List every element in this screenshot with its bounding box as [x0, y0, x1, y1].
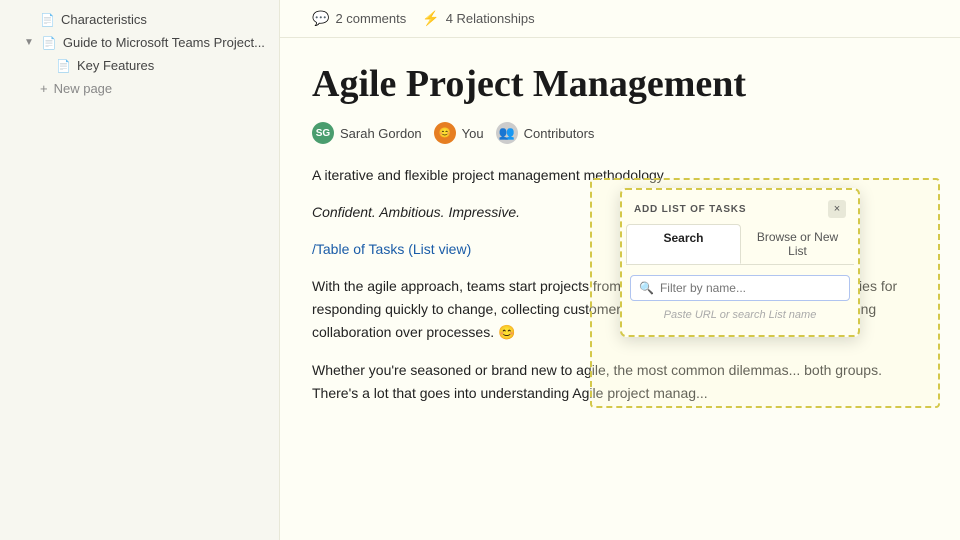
sidebar-item-label: Guide to Microsoft Teams Project... — [63, 35, 265, 50]
search-hint: Paste URL or search List name — [630, 301, 850, 325]
relationships-button[interactable]: ⚡ 4 Relationships — [422, 10, 534, 27]
link-icon: ⚡ — [422, 10, 439, 27]
sidebar-item-new-page[interactable]: + New page — [0, 77, 279, 100]
modal-header: ADD LIST OF TASKS × — [622, 190, 858, 224]
sidebar-item-label: Characteristics — [61, 12, 147, 27]
doc-icon: 📄 — [40, 13, 55, 27]
close-icon: × — [834, 203, 840, 215]
author-contributors[interactable]: 👥 Contributors — [496, 122, 595, 144]
filter-input[interactable] — [660, 281, 841, 295]
page-content: Agile Project Management SG Sarah Gordon… — [280, 38, 960, 443]
tab-search[interactable]: Search — [626, 224, 741, 264]
relationships-count: 4 Relationships — [446, 11, 535, 26]
comments-count: 2 comments — [335, 11, 406, 26]
sidebar-item-characteristics[interactable]: 📄 Characteristics — [0, 8, 279, 31]
comment-icon: 💬 — [312, 10, 329, 27]
tab-search-label: Search — [663, 231, 703, 245]
doc-icon: 📄 — [56, 59, 71, 73]
author-sarah-name: Sarah Gordon — [340, 126, 422, 141]
avatar-contributors: 👥 — [496, 122, 518, 144]
tab-browse[interactable]: Browse or New List — [741, 224, 854, 264]
avatar-sarah: SG — [312, 122, 334, 144]
sidebar-item-label: Key Features — [77, 58, 154, 73]
plus-icon: + — [40, 81, 48, 96]
search-icon: 🔍 — [639, 281, 654, 295]
author-sarah[interactable]: SG Sarah Gordon — [312, 122, 422, 144]
authors-row: SG Sarah Gordon 😊 You 👥 Contributors — [312, 122, 928, 144]
comments-button[interactable]: 💬 2 comments — [312, 10, 406, 27]
sidebar-item-guide-microsoft[interactable]: ▼ 📄 Guide to Microsoft Teams Project... — [0, 31, 279, 54]
author-you[interactable]: 😊 You — [434, 122, 484, 144]
contributors-label: Contributors — [524, 126, 595, 141]
page-title: Agile Project Management — [312, 62, 928, 106]
modal-body: 🔍 Paste URL or search List name — [622, 265, 858, 335]
main-content: 💬 2 comments ⚡ 4 Relationships Agile Pro… — [280, 0, 960, 540]
author-you-name: You — [462, 126, 484, 141]
arrow-icon: ▼ — [24, 37, 34, 48]
search-box: 🔍 — [630, 275, 850, 301]
doc-icon: 📄 — [42, 36, 57, 50]
avatar-you: 😊 — [434, 122, 456, 144]
topbar: 💬 2 comments ⚡ 4 Relationships — [280, 0, 960, 38]
modal-close-button[interactable]: × — [828, 200, 846, 218]
add-task-list-modal: ADD LIST OF TASKS × Search Browse or New… — [620, 188, 860, 337]
modal-title: ADD LIST OF TASKS — [634, 204, 746, 215]
sidebar-item-key-features[interactable]: 📄 Key Features — [0, 54, 279, 77]
modal-tabs: Search Browse or New List — [626, 224, 854, 265]
new-page-label: New page — [54, 81, 113, 96]
tab-browse-label: Browse or New List — [757, 230, 838, 258]
sidebar: 📄 Characteristics ▼ 📄 Guide to Microsoft… — [0, 0, 280, 540]
